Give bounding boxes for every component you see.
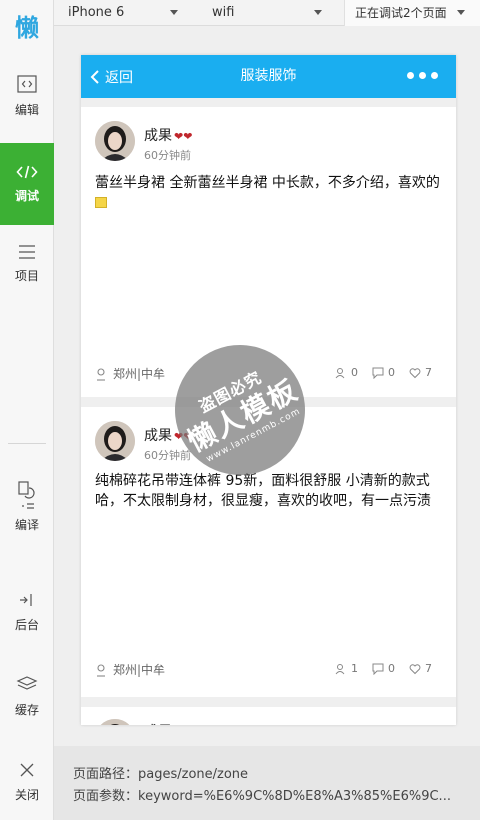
likes-count: 7 <box>425 366 432 379</box>
comments-stat[interactable]: 0 <box>372 366 395 379</box>
sidebar-item-cache[interactable]: 缓存 <box>0 666 54 726</box>
sidebar-item-edit[interactable]: 编辑 <box>0 64 54 128</box>
post-location: 郑州|中牟 <box>95 365 165 382</box>
sidebar-divider <box>8 443 46 444</box>
post-card[interactable]: 成果 <box>81 707 456 725</box>
comment-icon <box>372 367 384 379</box>
code-icon <box>16 165 38 178</box>
code-file-icon <box>17 74 37 93</box>
post-stats: 0 0 7 <box>321 366 432 379</box>
chevron-down-icon[interactable] <box>314 10 322 15</box>
post-location: 郑州|中牟 <box>95 661 165 678</box>
heart-outline-icon <box>409 367 421 378</box>
network-select[interactable]: wifi <box>212 0 234 26</box>
emoji-icon <box>95 197 107 208</box>
post-author-name: 成果 <box>144 128 172 144</box>
post-author-name: 成果 <box>144 428 172 444</box>
backend-icon <box>20 593 32 606</box>
views-stat[interactable]: 1 <box>335 662 358 675</box>
app-logo: 懒 <box>0 0 54 50</box>
sidebar-item-label: 项目 <box>14 268 39 283</box>
heart-badge-icon: ❤❤ <box>174 130 193 143</box>
post-stats: 1 0 7 <box>321 662 432 675</box>
post-time: 60分钟前 <box>144 449 191 462</box>
sidebar-item-label: 调试 <box>14 188 39 203</box>
heart-outline-icon <box>409 663 421 674</box>
views-stat[interactable]: 0 <box>335 366 358 379</box>
likes-count: 7 <box>425 662 432 675</box>
avatar[interactable] <box>95 421 135 461</box>
post-author[interactable]: 成果❤❤ <box>144 125 192 145</box>
close-icon <box>20 763 34 776</box>
sidebar-item-debug[interactable]: 调试 <box>0 143 54 225</box>
post-content-text: 蕾丝半身裙 全新蕾丝半身裙 中长款，不多介绍，喜欢的 <box>95 175 440 191</box>
chevron-down-icon[interactable] <box>170 10 178 15</box>
comments-count: 0 <box>388 366 395 379</box>
post-author-name[interactable]: 成果 <box>144 721 172 725</box>
sidebar-item-close[interactable]: 关闭 <box>0 752 54 812</box>
nav-bar: 返回 服装服饰 <box>81 55 456 98</box>
menu-lines-icon <box>19 244 35 259</box>
sidebar-item-project[interactable]: 项目 <box>0 232 54 296</box>
layers-icon <box>16 675 38 690</box>
comments-stat[interactable]: 0 <box>372 662 395 675</box>
page-path: 页面路径：pages/zone/zone <box>73 767 249 782</box>
people-icon <box>335 663 345 674</box>
post-time: 60分钟前 <box>144 149 191 162</box>
post-content[interactable]: 蕾丝半身裙 全新蕾丝半身裙 中长款，不多介绍，喜欢的 <box>95 173 445 213</box>
page-title: 服装服饰 <box>240 68 297 84</box>
sidebar-item-label: 关闭 <box>14 787 39 802</box>
device-select[interactable]: iPhone 6 <box>68 0 124 26</box>
top-toolbar: iPhone 6 wifi 正在调试2个页面 <box>0 0 480 26</box>
sidebar-item-label: 编辑 <box>14 102 39 117</box>
sidebar-item-label: 缓存 <box>14 702 39 717</box>
comments-count: 0 <box>388 662 395 675</box>
views-count: 0 <box>351 366 358 379</box>
debug-status: 正在调试2个页面 <box>355 6 447 20</box>
post-content[interactable]: 纯棉碎花吊带连体裤 95新，面料很舒服 小清新的款式哈，不太限制身材，很显瘦，喜… <box>95 471 445 511</box>
location-text: 郑州|中牟 <box>113 367 166 381</box>
page-params: 页面参数：keyword=%E6%9C%8D%E8%A3%85%E6%9C... <box>73 789 451 804</box>
chevron-down-icon <box>457 10 465 15</box>
location-pin-icon <box>97 367 105 381</box>
sidebar-item-compile[interactable]: 编译 <box>0 466 54 546</box>
avatar[interactable] <box>95 719 135 725</box>
people-icon <box>335 367 345 378</box>
compile-icon <box>18 480 35 509</box>
location-pin-icon <box>97 663 105 677</box>
sidebar-item-label: 编译 <box>14 517 39 532</box>
sidebar-item-label: 后台 <box>14 617 39 632</box>
likes-stat[interactable]: 7 <box>409 662 432 675</box>
location-text: 郑州|中牟 <box>113 663 166 677</box>
likes-stat[interactable]: 7 <box>409 366 432 379</box>
logo-mark: 懒 <box>15 13 39 42</box>
sidebar-item-backend[interactable]: 后台 <box>0 582 54 642</box>
avatar[interactable] <box>95 121 135 161</box>
comment-icon <box>372 663 384 675</box>
page-info-panel: 页面路径：pages/zone/zone 页面参数：keyword=%E6%9C… <box>54 746 480 820</box>
sidebar: 懒 编辑 调试 项目 编译 后台 缓存 关闭 <box>0 0 54 820</box>
debug-pages-select[interactable]: 正在调试2个页面 <box>344 0 480 26</box>
views-count: 1 <box>351 662 358 675</box>
more-dots-icon[interactable] <box>407 72 438 79</box>
